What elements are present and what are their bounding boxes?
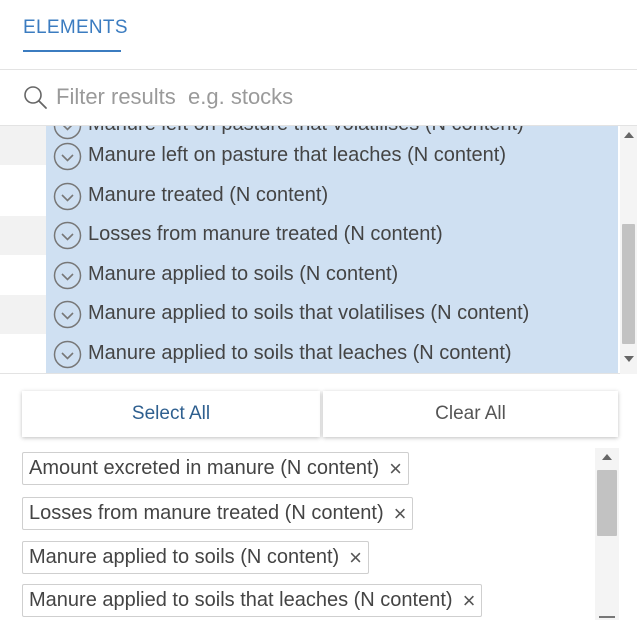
list-item[interactable]: Manure applied to soils that volatilises…	[46, 295, 618, 334]
results-list: Manure left on pasture that volatilises …	[0, 126, 637, 374]
selected-chip: Manure applied to soils (N content) ×	[22, 541, 370, 574]
check-circle-icon	[53, 221, 82, 250]
close-icon[interactable]: ×	[463, 589, 476, 612]
list-item-label: Manure left on pasture that leaches (N c…	[88, 144, 507, 166]
scroll-up-arrow-icon[interactable]	[602, 454, 612, 460]
list-item-label: Manure applied to soils that leaches (N …	[88, 342, 512, 364]
selected-chip: Manure applied to soils that leaches (N …	[22, 584, 483, 617]
selected-chip: Amount excreted in manure (N content) ×	[22, 452, 410, 485]
check-circle-icon	[53, 340, 82, 369]
close-icon[interactable]: ×	[389, 457, 402, 480]
close-icon[interactable]: ×	[349, 546, 362, 569]
check-circle-icon	[53, 142, 82, 171]
list-item[interactable]: Manure treated (N content)	[46, 177, 618, 216]
list-item[interactable]: Losses from manure treated (N content)	[46, 216, 618, 255]
check-circle-icon	[53, 261, 82, 290]
row-stripe	[0, 126, 46, 165]
check-circle-icon	[53, 182, 82, 211]
filter-input[interactable]	[56, 81, 616, 113]
scroll-down-arrow-icon[interactable]	[624, 356, 634, 362]
selected-chip: Losses from manure treated (N content) ×	[22, 497, 414, 530]
chips-scrollbar[interactable]	[595, 448, 619, 620]
list-item-label: Manure applied to soils that volatilises…	[88, 302, 530, 324]
scrollbar-thumb[interactable]	[622, 224, 635, 344]
row-stripe	[0, 216, 46, 255]
chip-label: Manure applied to soils that leaches (N …	[29, 589, 453, 611]
scroll-up-arrow-icon[interactable]	[624, 132, 634, 138]
row-stripe	[0, 295, 46, 334]
scrollbar-thumb[interactable]	[597, 470, 617, 536]
check-circle-icon	[53, 300, 82, 329]
scrollbar-end-marker	[599, 616, 615, 618]
list-item[interactable]: Manure left on pasture that leaches (N c…	[46, 137, 618, 176]
list-item-label: Manure left on pasture that volatilises …	[88, 126, 524, 136]
tab-bar: ELEMENTS	[0, 0, 637, 70]
list-item-label: Manure applied to soils (N content)	[88, 263, 399, 285]
list-item-label: Manure treated (N content)	[88, 184, 329, 206]
close-icon[interactable]: ×	[394, 502, 407, 525]
list-item[interactable]: Manure applied to soils (N content)	[46, 256, 618, 295]
filter-bar	[0, 71, 637, 126]
results-scrollbar[interactable]	[620, 126, 637, 374]
list-item-label: Losses from manure treated (N content)	[88, 223, 443, 245]
tab-elements[interactable]: ELEMENTS	[23, 17, 128, 39]
search-icon	[24, 86, 47, 109]
tab-active-indicator	[23, 50, 121, 52]
chip-label: Manure applied to soils (N content)	[29, 546, 340, 568]
chip-label: Losses from manure treated (N content)	[29, 502, 384, 524]
clear-all-button[interactable]: Clear All	[323, 391, 618, 437]
select-all-button[interactable]: Select All	[22, 391, 320, 437]
selected-chips: Amount excreted in manure (N content) × …	[0, 448, 637, 620]
chip-label: Amount excreted in manure (N content)	[29, 457, 380, 479]
list-item[interactable]: Manure applied to soils that leaches (N …	[46, 335, 618, 373]
